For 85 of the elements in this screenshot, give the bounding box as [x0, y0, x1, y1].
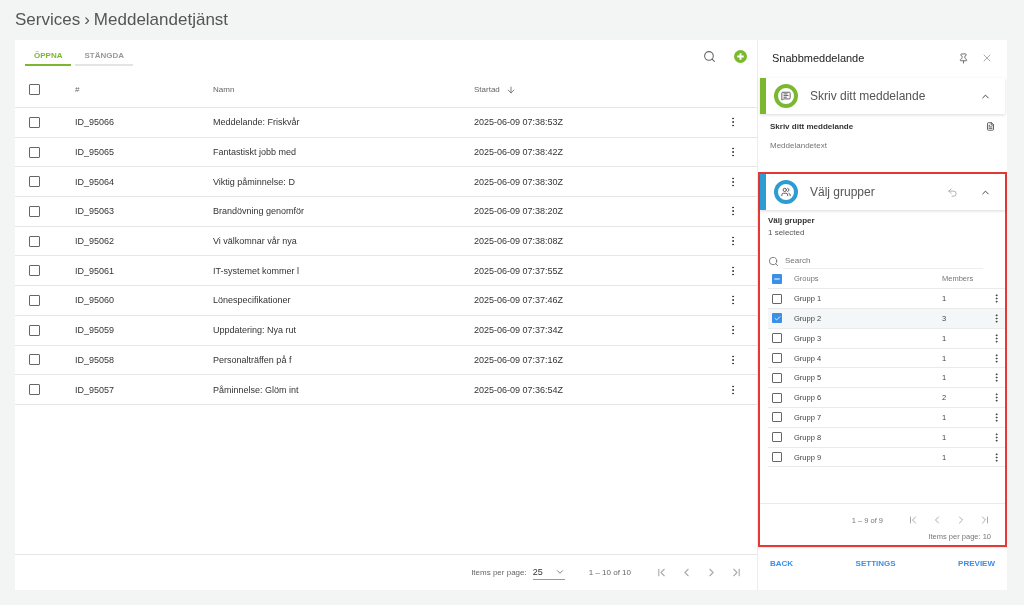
pin-icon[interactable]	[958, 52, 969, 64]
dropdown-icon	[554, 567, 565, 577]
search-icon[interactable]	[703, 49, 716, 63]
column-header[interactable]: #	[75, 85, 213, 94]
action-button[interactable]: PREVIEW	[956, 556, 997, 570]
column-header[interactable]: Namn	[213, 85, 474, 94]
id-cell-text: ID_95058	[75, 354, 116, 365]
date-cell-text: 2025-06-09 07:38:08Z	[474, 236, 565, 247]
selection-count: 1 selected	[768, 228, 806, 238]
field-label: Välj grupper	[768, 216, 816, 226]
checkbox[interactable]	[772, 313, 782, 324]
name-cell-text: Fantastiskt jobb med	[213, 147, 298, 158]
checkbox[interactable]	[29, 324, 40, 336]
checkbox[interactable]	[29, 116, 40, 128]
checkbox[interactable]	[772, 273, 782, 284]
id-cell-text: ID_95057	[75, 384, 116, 395]
add-icon[interactable]	[734, 49, 747, 63]
checkbox[interactable]	[29, 146, 40, 158]
date-cell-text: 2025-06-09 07:38:20Z	[474, 206, 565, 217]
page-range: 1 – 10 of 10	[588, 568, 631, 577]
date-cell-text: 2025-06-09 07:37:16Z	[474, 354, 565, 365]
id-cell-text: ID_95060	[75, 295, 116, 306]
last-page-icon[interactable]	[730, 566, 743, 579]
date-cell-text: 2025-06-09 07:37:46Z	[474, 295, 565, 306]
id-cell-text: ID_95065	[75, 147, 116, 158]
breadcrumb-link[interactable]: Services	[15, 10, 81, 30]
date-cell-text: 2025-06-09 07:37:55Z	[474, 265, 565, 276]
name-cell-text: Vi välkomnar vår nya	[213, 236, 298, 247]
group-icon	[774, 180, 798, 205]
name-cell-text: Lönespecifikationer	[213, 295, 292, 306]
checkbox[interactable]	[772, 432, 782, 443]
section-header[interactable]: Välj grupper	[760, 174, 1005, 211]
id-cell-text: ID_95062	[75, 236, 116, 247]
checkbox[interactable]	[29, 84, 40, 95]
action-button[interactable]: BACK	[768, 556, 796, 570]
name-cell-text: Meddelande: Friskvår	[213, 117, 301, 128]
id-cell-text: ID_95061	[75, 265, 116, 276]
id-cell-text: ID_95059	[75, 325, 116, 336]
name-cell-text: Brandövning genomför	[213, 206, 306, 217]
date-cell-text: 2025-06-09 07:36:54Z	[474, 384, 565, 395]
breadcrumb-separator: ›	[84, 10, 90, 30]
name-cell-text: Påminnelse: Glöm int	[213, 384, 300, 395]
items-per-page-label: Items per page:	[471, 568, 527, 577]
date-cell-text: 2025-06-09 07:37:34Z	[474, 325, 565, 336]
undo-icon[interactable]	[947, 186, 958, 198]
document-icon	[986, 122, 995, 132]
checkbox[interactable]	[772, 372, 782, 383]
date-cell-text: 2025-06-09 07:38:30Z	[474, 176, 565, 187]
section-header[interactable]: Skriv ditt meddelande	[760, 78, 1005, 115]
name-cell-text: Personalträffen på f	[213, 354, 293, 365]
checkbox[interactable]	[29, 354, 40, 366]
date-cell-text: 2025-06-09 07:38:53Z	[474, 117, 565, 128]
checkbox[interactable]	[29, 176, 40, 188]
section-title: Välj grupper	[810, 185, 876, 200]
panel-title: Snabbmeddelande	[772, 52, 866, 65]
page-size-select[interactable]: 25	[532, 565, 565, 580]
id-cell-text: ID_95066	[75, 117, 116, 128]
first-page-icon[interactable]	[655, 566, 668, 579]
name-cell-text: IT-systemet kommer l	[213, 265, 300, 276]
action-button[interactable]: SETTINGS	[853, 556, 898, 570]
name-cell-text: Viktig påminnelse: D	[213, 176, 296, 187]
checkbox[interactable]	[29, 235, 40, 247]
id-cell-text: ID_95063	[75, 206, 116, 217]
id-cell-text: ID_95064	[75, 176, 116, 187]
search-icon	[768, 255, 779, 267]
checkbox[interactable]	[29, 384, 40, 396]
last-page-icon[interactable]	[979, 514, 991, 527]
section-title: Skriv ditt meddelande	[810, 89, 927, 104]
checkbox[interactable]	[29, 265, 40, 277]
name-cell-text: Uppdatering: Nya rut	[213, 325, 298, 336]
checkbox[interactable]	[772, 392, 782, 403]
column-header[interactable]: Startad	[474, 84, 727, 95]
date-cell-text: 2025-06-09 07:38:42Z	[474, 147, 565, 158]
page-title: Meddelandetjänst	[93, 10, 229, 30]
checkbox[interactable]	[29, 205, 40, 217]
checkbox[interactable]	[772, 353, 782, 364]
checkbox[interactable]	[772, 293, 782, 304]
first-page-icon[interactable]	[907, 514, 919, 527]
chat-icon	[774, 84, 798, 109]
field-label: Skriv ditt meddelande	[770, 122, 854, 132]
checkbox[interactable]	[772, 452, 782, 462]
checkbox[interactable]	[29, 294, 40, 306]
sort-arrow-icon[interactable]	[505, 84, 516, 95]
checkbox[interactable]	[772, 333, 782, 344]
checkbox[interactable]	[772, 412, 782, 423]
